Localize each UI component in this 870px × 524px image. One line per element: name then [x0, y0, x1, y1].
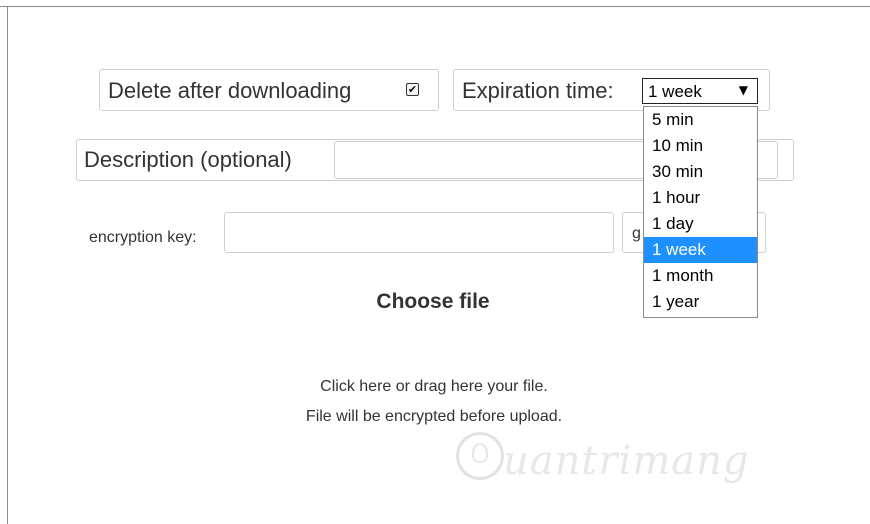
dropdown-option[interactable]: 1 year [644, 289, 757, 315]
dropdown-option[interactable]: 1 hour [644, 185, 757, 211]
drop-zone-encryption-note: File will be encrypted before upload. [305, 408, 563, 425]
frame-top-border [0, 6, 870, 7]
watermark-logo-icon [456, 432, 504, 480]
expiration-time-label: Expiration time: [462, 78, 614, 103]
watermark-text: uantrimang [503, 438, 750, 484]
encryption-key-input[interactable] [224, 212, 614, 253]
delete-after-download-label: Delete after downloading [108, 78, 352, 103]
dropdown-arrow-icon: ▼ [738, 83, 748, 97]
dropdown-option[interactable]: 1 week [644, 237, 757, 263]
lightbulb-icon [472, 443, 488, 463]
drop-zone-instruction[interactable]: Click here or drag here your file. [0, 378, 868, 396]
dropdown-option[interactable]: 10 min [644, 133, 757, 159]
expiration-dropdown-list[interactable]: 5 min 10 min 30 min 1 hour 1 day 1 week 1 mont… [643, 106, 758, 318]
dropdown-option[interactable]: 1 month [644, 263, 757, 289]
expiration-time-select[interactable]: 1 week ▼ [642, 78, 758, 104]
dropdown-option[interactable]: 1 day [644, 211, 757, 237]
dropdown-option[interactable]: 5 min [644, 107, 757, 133]
encryption-key-label: encryption key: [89, 229, 197, 246]
description-label: Description (optional) [84, 147, 292, 172]
dropdown-option[interactable]: 30 min [644, 159, 757, 185]
expiration-time-group: Expiration time: 1 week ▼ [453, 69, 770, 111]
expiration-selected-value: 1 week [648, 82, 702, 101]
frame-left-border [7, 6, 8, 524]
delete-after-download-checkbox[interactable]: ✔ [406, 83, 419, 96]
generate-key-button-label: g [632, 225, 641, 242]
delete-after-download-group: Delete after downloading ✔ [99, 69, 439, 111]
